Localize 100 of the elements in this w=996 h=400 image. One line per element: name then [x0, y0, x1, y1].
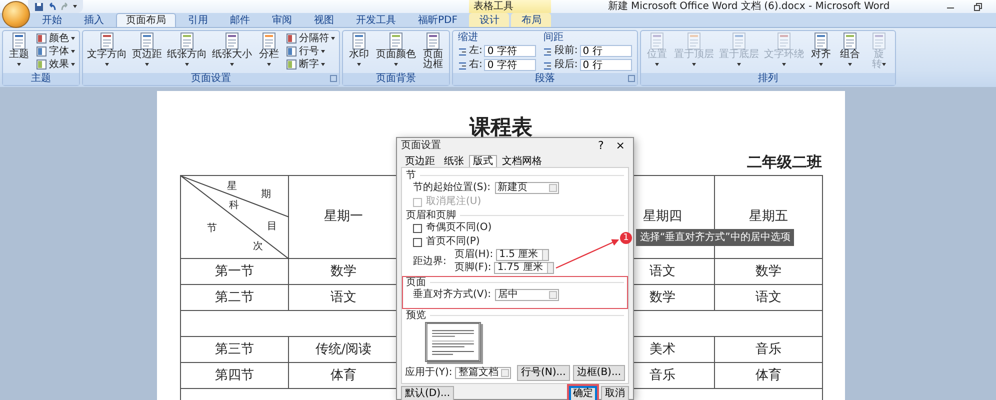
table-cell: 语文 [330, 290, 356, 304]
field-label: 段前: [554, 45, 578, 57]
field-label: 页脚(F): [454, 262, 492, 274]
document-icon [387, 32, 405, 50]
dialog-tab[interactable]: 纸张 [440, 155, 468, 167]
ribbon-button[interactable]: 水印 [345, 32, 373, 70]
corner-label: 节 [207, 224, 217, 234]
table-cell: 音乐 [756, 342, 782, 356]
document-icon [684, 32, 703, 50]
document-icon [178, 32, 196, 50]
ribbon-button[interactable]: 颜色 [34, 32, 77, 45]
close-button[interactable]: × [612, 140, 629, 152]
ribbon-button[interactable]: 断字 [284, 58, 337, 71]
table-cell: 星期五 [749, 209, 788, 224]
field-label: 节的起始位置(S): [413, 182, 491, 194]
dialog-button[interactable]: 行号(N)... [516, 365, 570, 381]
dialog-button[interactable]: 边框(B)... [572, 365, 625, 381]
swatch-icon [36, 46, 47, 57]
ribbon-button[interactable]: 分隔符 [284, 32, 337, 45]
ribbon-tab[interactable]: 视图 [304, 13, 344, 27]
ribbon-button[interactable]: 页面颜色 [374, 32, 418, 70]
dialog-button[interactable]: 默认(D)... [401, 386, 454, 400]
ribbon-tab[interactable]: 福昕PDF [408, 13, 468, 27]
ribbon-button[interactable]: 字体 [34, 45, 77, 58]
ribbon-tab[interactable]: 设计 [469, 13, 510, 27]
table-cell: 音乐 [650, 368, 676, 382]
section-title: 节 [406, 170, 416, 182]
ribbon-tab[interactable]: 开始 [32, 13, 72, 27]
caret-icon [73, 5, 77, 8]
ribbon-button[interactable]: 行号 [284, 45, 337, 58]
field-label: 左: [469, 45, 482, 57]
group-label: 排列 [758, 73, 778, 85]
dialog-launcher-icon[interactable] [330, 75, 337, 82]
ribbon-button[interactable]: 页面 边框 [419, 32, 447, 70]
ribbon-button[interactable]: 效果 [34, 58, 77, 71]
ribbon-tab[interactable]: 开发工具 [346, 13, 406, 27]
dialog-tab[interactable]: 页边距 [401, 155, 439, 167]
annotation-tooltip: 选择“垂直对齐方式”中的居中选项 [636, 229, 794, 246]
ribbon-tab[interactable]: 页面布局 [116, 13, 176, 27]
checkbox[interactable] [413, 238, 422, 246]
dialog-tab[interactable]: 版式 [469, 155, 497, 167]
table-cell: 数学 [330, 264, 356, 278]
field-label: 右: [469, 59, 482, 71]
table-cell: 第四节 [215, 368, 254, 382]
spin-field[interactable]: 1.5 厘米 [496, 249, 550, 261]
table-cell: 语文 [756, 290, 782, 304]
document-title: 课程表 [468, 115, 534, 139]
document-icon [840, 32, 859, 50]
field-label: 应用于(Y): [405, 367, 452, 379]
dropdown-field[interactable]: 新建页 [494, 182, 559, 194]
group-label: 页面设置 [191, 73, 231, 85]
ribbon-tab[interactable]: 引用 [178, 13, 218, 27]
dialog-button[interactable]: 取消 [601, 386, 629, 400]
document-icon [424, 32, 442, 50]
dialog-title: 页面设置 [401, 140, 441, 152]
document-icon [648, 32, 666, 50]
help-button[interactable]: ? [594, 140, 608, 152]
swatch-icon [286, 33, 297, 44]
field-label: 垂直对齐方式(V): [413, 289, 492, 301]
document-icon [730, 32, 748, 50]
table-cell: 第三节 [215, 342, 254, 356]
swatch-icon [36, 33, 47, 44]
ribbon-tab[interactable]: 邮件 [220, 13, 260, 27]
section-title: 页眉和页脚 [406, 210, 456, 222]
dialog-button[interactable]: 确定 [569, 386, 597, 400]
ribbon-button[interactable]: 主题 [5, 32, 33, 70]
dropdown-field[interactable]: 整篇文档 [455, 367, 511, 379]
field-label: 页眉(H): [454, 249, 494, 261]
corner-label: 次 [253, 242, 263, 252]
table-cell: 体育 [756, 368, 782, 382]
document-icon [138, 32, 156, 50]
ribbon-button[interactable]: 组合 [836, 32, 864, 70]
group-label: 段落 [534, 73, 555, 85]
group-label: 页面背景 [376, 73, 416, 85]
table-cell: 星期四 [643, 209, 682, 224]
ribbon-button[interactable]: 对齐 [806, 32, 835, 70]
corner-label: 星 [227, 182, 237, 192]
ribbon-tab[interactable]: 审阅 [262, 13, 302, 27]
checkbox[interactable] [413, 224, 422, 232]
ribbon-tab[interactable]: 插入 [74, 13, 114, 27]
document-icon [98, 32, 116, 50]
spin-field[interactable]: 0 行 [580, 45, 632, 57]
ribbon-button[interactable]: 分栏 [255, 32, 283, 70]
table-cell: 星期一 [324, 209, 363, 224]
checkbox-label: 奇偶页不同(O) [426, 222, 492, 234]
ribbon-button[interactable]: 纸张大小 [210, 32, 254, 70]
spin-field[interactable]: 0 行 [580, 59, 632, 71]
ribbon-tab[interactable]: 布局 [511, 13, 552, 27]
spin-field[interactable]: 1.75 厘米 [494, 262, 554, 274]
dropdown-field[interactable]: 居中 [495, 289, 560, 301]
section-title: 页面 [406, 276, 426, 288]
ribbon-button[interactable]: 纸张方向 [165, 32, 209, 70]
restore-icon [973, 2, 982, 11]
dialog-launcher-icon[interactable] [628, 75, 635, 82]
context-tab-header: 表格工具 [469, 0, 552, 13]
table-cell: 第一节 [215, 264, 254, 278]
ribbon-button[interactable]: 文字方向 [85, 32, 129, 70]
dialog-tab[interactable]: 文档网格 [498, 155, 546, 167]
ribbon-button[interactable]: 页边距 [130, 32, 164, 70]
swatch-icon [286, 59, 297, 70]
